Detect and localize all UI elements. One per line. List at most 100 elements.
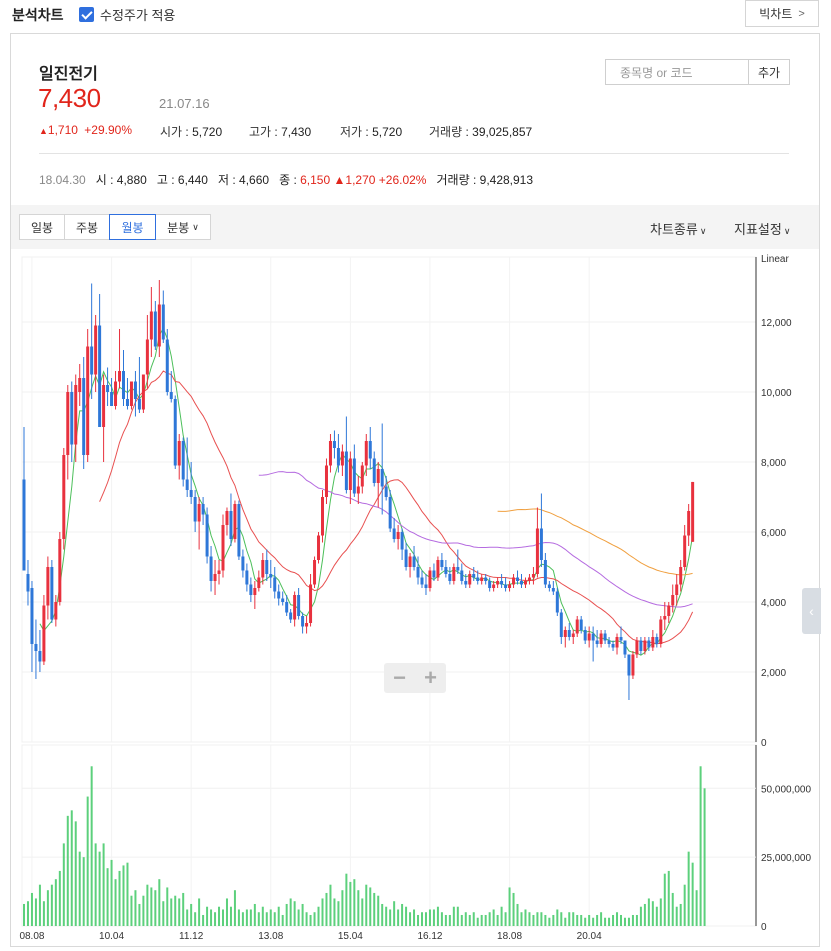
- candle-body[interactable]: [448, 574, 452, 581]
- candle-body[interactable]: [615, 637, 619, 648]
- volume-bar[interactable]: [448, 914, 451, 926]
- volume-bar[interactable]: [301, 903, 304, 926]
- volume-bar[interactable]: [667, 870, 670, 926]
- volume-bar[interactable]: [460, 914, 463, 926]
- volume-bar[interactable]: [253, 903, 256, 926]
- candle-body[interactable]: [527, 577, 531, 582]
- volume-bar[interactable]: [249, 909, 252, 926]
- candle-body[interactable]: [324, 465, 328, 498]
- candle-body[interactable]: [70, 392, 74, 445]
- candle-body[interactable]: [488, 581, 492, 588]
- candle-body[interactable]: [424, 584, 428, 589]
- volume-bar[interactable]: [472, 912, 475, 926]
- volume-bar[interactable]: [150, 887, 153, 926]
- volume-bar[interactable]: [317, 906, 320, 926]
- volume-bar[interactable]: [341, 890, 344, 926]
- candle-body[interactable]: [245, 570, 249, 585]
- volume-bar[interactable]: [703, 788, 706, 926]
- volume-bar[interactable]: [225, 898, 228, 926]
- volume-bar[interactable]: [134, 890, 137, 926]
- candle-body[interactable]: [249, 584, 253, 596]
- side-panel-toggle[interactable]: ‹: [802, 588, 821, 634]
- volume-bar[interactable]: [504, 912, 507, 926]
- volume-bar[interactable]: [229, 906, 232, 926]
- candle-body[interactable]: [257, 577, 261, 589]
- candle-body[interactable]: [512, 577, 516, 585]
- candle-body[interactable]: [54, 602, 58, 620]
- candle-body[interactable]: [137, 399, 141, 410]
- candle-body[interactable]: [321, 497, 324, 536]
- volume-bar[interactable]: [580, 914, 583, 926]
- volume-bar[interactable]: [687, 851, 690, 926]
- volume-bar[interactable]: [568, 912, 571, 926]
- candle-body[interactable]: [297, 595, 301, 616]
- candle-body[interactable]: [412, 556, 416, 568]
- candle-body[interactable]: [372, 458, 376, 484]
- candle-body[interactable]: [428, 570, 432, 589]
- candle-body[interactable]: [603, 633, 607, 641]
- volume-bar[interactable]: [588, 914, 591, 926]
- candle-body[interactable]: [392, 528, 396, 540]
- volume-bar[interactable]: [635, 914, 638, 926]
- candle-body[interactable]: [432, 570, 436, 578]
- volume-bar[interactable]: [655, 906, 658, 926]
- volume-bar[interactable]: [616, 912, 619, 926]
- candle-body[interactable]: [78, 378, 82, 392]
- volume-bar[interactable]: [556, 909, 559, 926]
- volume-bar[interactable]: [532, 914, 535, 926]
- candle-body[interactable]: [205, 514, 209, 557]
- candle-body[interactable]: [277, 591, 281, 599]
- volume-bar[interactable]: [154, 890, 157, 926]
- volume-bar[interactable]: [321, 898, 324, 926]
- volume-bar[interactable]: [233, 890, 236, 926]
- candle-body[interactable]: [317, 535, 321, 561]
- candle-body[interactable]: [305, 623, 309, 627]
- volume-bar[interactable]: [409, 912, 412, 926]
- volume-bar[interactable]: [623, 917, 626, 926]
- candle-body[interactable]: [22, 479, 26, 571]
- candle-body[interactable]: [492, 584, 496, 589]
- candle-body[interactable]: [468, 574, 472, 585]
- candle-body[interactable]: [508, 584, 512, 589]
- volume-bar[interactable]: [206, 906, 209, 926]
- candle-body[interactable]: [281, 598, 285, 603]
- candle-body[interactable]: [233, 504, 237, 539]
- candle-body[interactable]: [547, 584, 551, 589]
- candle-body[interactable]: [420, 577, 424, 585]
- candle-body[interactable]: [583, 630, 587, 641]
- candle-body[interactable]: [46, 567, 50, 606]
- volume-bar[interactable]: [26, 901, 29, 926]
- candle-body[interactable]: [356, 486, 360, 494]
- volume-bar[interactable]: [520, 912, 523, 926]
- volume-bar[interactable]: [349, 881, 352, 926]
- volume-bar[interactable]: [496, 914, 499, 926]
- candle-body[interactable]: [265, 560, 269, 574]
- candle-body[interactable]: [364, 441, 368, 466]
- candle-body[interactable]: [683, 535, 687, 568]
- volume-bar[interactable]: [70, 810, 73, 926]
- volume-bar[interactable]: [329, 884, 332, 926]
- candle-body[interactable]: [388, 497, 392, 529]
- tab-minute[interactable]: 분봉 ∨: [155, 214, 211, 240]
- candle-body[interactable]: [571, 633, 575, 638]
- candle-body[interactable]: [82, 378, 86, 455]
- candle-body[interactable]: [42, 605, 46, 662]
- volume-bar[interactable]: [146, 884, 149, 926]
- volume-bar[interactable]: [393, 901, 396, 926]
- candle-body[interactable]: [293, 595, 297, 620]
- candle-body[interactable]: [58, 539, 62, 602]
- candle-body[interactable]: [380, 469, 384, 487]
- candle-body[interactable]: [209, 556, 213, 582]
- volume-bar[interactable]: [456, 906, 459, 926]
- candle-body[interactable]: [647, 640, 651, 648]
- volume-bar[interactable]: [365, 884, 368, 926]
- volume-bar[interactable]: [357, 890, 360, 926]
- volume-bar[interactable]: [512, 892, 515, 926]
- candle-body[interactable]: [376, 469, 380, 483]
- candle-body[interactable]: [213, 574, 217, 581]
- volume-bar[interactable]: [309, 914, 312, 926]
- candle-body[interactable]: [185, 479, 189, 491]
- volume-bar[interactable]: [202, 914, 205, 926]
- candle-body[interactable]: [671, 595, 675, 606]
- candle-body[interactable]: [543, 560, 547, 585]
